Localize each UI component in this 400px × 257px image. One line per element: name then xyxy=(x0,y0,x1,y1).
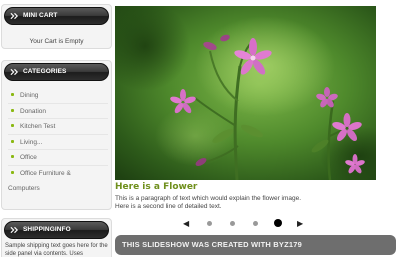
shipping-text: Sample shipping text goes here for the s… xyxy=(5,243,108,257)
category-label: Office xyxy=(20,154,37,161)
cart-empty-text: Your Cart is Empty xyxy=(29,38,84,45)
category-item-dining[interactable]: Dining xyxy=(8,88,108,104)
bullet-icon xyxy=(11,139,14,143)
category-label: Donation xyxy=(20,107,47,115)
slide-caption-text: This is a paragraph of text which would … xyxy=(115,195,375,211)
flower-photo xyxy=(115,6,376,180)
slide-caption-line2: Here is a second line of detailed text. xyxy=(115,203,222,210)
category-label: Living... xyxy=(20,138,43,146)
prev-arrow-icon[interactable]: ◀ xyxy=(183,219,189,229)
shipping-title: SHIPPINGINFO xyxy=(23,226,71,233)
categories-header[interactable]: CATEGORIES xyxy=(4,63,109,81)
chevron-icon xyxy=(10,68,19,76)
bullet-icon xyxy=(11,93,14,96)
slide-dot-3[interactable] xyxy=(253,221,258,226)
category-item-living[interactable]: Living... xyxy=(8,135,108,150)
categories-panel: CATEGORIES Dining Donation Kitchen Test … xyxy=(1,60,112,210)
slide-caption-title: Here is a Flower xyxy=(115,182,198,192)
category-label: Dining xyxy=(20,92,39,99)
category-item-kitchen-test[interactable]: Kitchen Test xyxy=(8,119,108,135)
bullet-icon xyxy=(11,170,14,174)
categories-title: CATEGORIES xyxy=(23,68,67,75)
bullet-icon xyxy=(11,155,14,158)
chevron-icon xyxy=(10,12,19,20)
slide-caption-line1: This is a paragraph of text which would … xyxy=(115,195,302,202)
mini-cart-header[interactable]: MINI CART xyxy=(4,7,109,25)
mini-cart-panel: MINI CART Your Cart is Empty xyxy=(1,4,112,49)
category-item-office-furniture[interactable]: Office Furniture & Computers xyxy=(8,166,108,197)
category-list: Dining Donation Kitchen Test Living... O… xyxy=(8,88,108,197)
next-arrow-icon[interactable]: ▶ xyxy=(297,219,303,229)
category-label-line2: Computers xyxy=(8,184,40,192)
slide-dot-2[interactable] xyxy=(230,221,235,226)
slide-dot-1[interactable] xyxy=(207,221,212,226)
shipping-header[interactable]: SHIPPINGINFO xyxy=(4,221,109,239)
category-item-office[interactable]: Office xyxy=(8,150,108,166)
slide-dot-4-active[interactable] xyxy=(274,219,282,227)
mini-cart-title: MINI CART xyxy=(23,12,58,19)
category-label: Office Furniture & xyxy=(20,169,71,177)
category-label: Kitchen Test xyxy=(20,123,56,130)
category-item-donation[interactable]: Donation xyxy=(8,104,108,119)
bullet-icon xyxy=(11,108,14,112)
shipping-info-panel: SHIPPINGINFO Sample shipping text goes h… xyxy=(1,218,112,257)
slideshow-image[interactable] xyxy=(115,6,376,180)
bullet-icon xyxy=(11,124,14,127)
chevron-icon xyxy=(10,226,19,234)
slideshow-credit-banner: THIS SLIDESHOW WAS CREATED WITH BYZ179 xyxy=(115,235,396,255)
